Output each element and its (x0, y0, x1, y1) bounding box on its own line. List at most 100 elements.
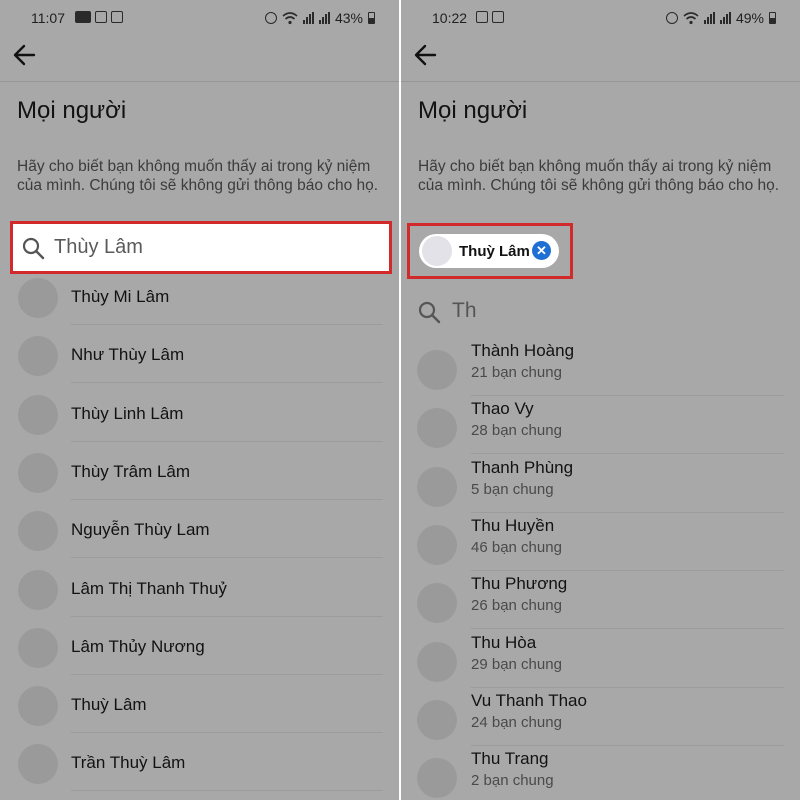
list-item[interactable]: Lâm Thủy Nương (0, 617, 399, 675)
transfer-icon (95, 11, 107, 23)
avatar (18, 394, 58, 435)
list-item[interactable]: Thu Huyền 46 bạn chung (401, 513, 800, 571)
alarm-icon (264, 12, 277, 24)
list-item[interactable]: Trần Thuỳ Lâm (0, 733, 399, 792)
avatar (417, 408, 457, 449)
mutual-friends-count: 5 bạn chung (471, 480, 554, 498)
page-title: Mọi người (17, 97, 127, 124)
left-screen: 11:07 43% Mọi người Hãy cho biết bạn khô… (0, 0, 399, 800)
status-time: 11:07 (31, 10, 65, 26)
person-name: Lâm Thủy Nương (71, 636, 205, 656)
list-item[interactable]: Thanh Phùng 5 bạn chung (401, 455, 800, 513)
person-name: Thuỳ Lâm (71, 695, 147, 715)
list-item[interactable]: Thu Hòa 29 bạn chung (401, 630, 800, 688)
person-name: Thành Hoàng (471, 341, 575, 360)
battery-icon (769, 12, 776, 24)
search-icon (418, 301, 441, 324)
mutual-friends-count: 24 bạn chung (471, 713, 562, 731)
avatar (18, 686, 58, 727)
wifi-icon (683, 11, 699, 24)
notification-icons (75, 11, 123, 23)
right-screen: 10:22 49% Mọi người Hãy cho biết bạn khô… (401, 0, 800, 800)
list-item[interactable]: Lâm Thị Thanh Thuỷ (0, 559, 399, 617)
zalo-icon (75, 11, 91, 23)
list-item[interactable]: Thành Hoàng 21 bạn chung (401, 338, 800, 396)
system-icons: 49% (665, 10, 776, 26)
back-arrow-icon[interactable] (12, 42, 38, 68)
list-item[interactable]: Thu Trang 2 bạn chung (401, 746, 800, 800)
list-item[interactable]: Thu Phương 26 bạn chung (401, 571, 800, 630)
avatar (417, 524, 457, 565)
avatar (18, 452, 58, 493)
avatar (417, 641, 457, 682)
page-title: Mọi người (418, 97, 528, 124)
notification-icons (476, 11, 504, 23)
system-icons: 43% (264, 10, 375, 26)
mutual-friends-count: 2 bạn chung (471, 772, 554, 790)
avatar (417, 699, 457, 740)
avatar (18, 336, 58, 377)
search-input[interactable]: Thùy Lâm (54, 236, 143, 259)
chip-name: Thuỳ Lâm (459, 243, 530, 260)
page-description: Hãy cho biết bạn không muốn thấy ai tron… (418, 158, 780, 194)
selected-person-chip[interactable]: Thuỳ Lâm ✕ (419, 234, 559, 268)
list-item[interactable]: Thùy Linh Lâm (0, 384, 399, 442)
list-item[interactable]: Thùy Mi Lâm (0, 267, 399, 325)
alarm-icon (665, 12, 678, 24)
mutual-friends-count: 21 bạn chung (471, 364, 562, 381)
signal-icon (302, 12, 314, 24)
back-arrow-icon[interactable] (413, 42, 439, 68)
avatar (18, 627, 58, 668)
person-name: Thùy Linh Lâm (71, 403, 184, 423)
image-icon (492, 11, 504, 23)
person-name: Thu Hòa (471, 632, 537, 652)
status-bar: 11:07 43% (0, 0, 399, 36)
list-item[interactable]: Vu Thanh Thao 24 bạn chung (401, 688, 800, 746)
avatar (417, 583, 457, 624)
row-divider (71, 790, 383, 792)
mutual-friends-count: 28 bạn chung (471, 422, 562, 440)
avatar (18, 569, 58, 610)
image-icon (111, 11, 123, 23)
close-icon[interactable]: ✕ (532, 241, 551, 260)
signal-icon-2 (719, 12, 731, 24)
person-name: Như Thùy Lâm (71, 345, 185, 365)
list-item[interactable]: Thuỳ Lâm (0, 675, 399, 734)
battery-percent: 49% (735, 10, 764, 26)
person-name: Thu Phương (471, 574, 568, 594)
battery-percent: 43% (334, 10, 363, 26)
status-time: 10:22 (432, 10, 468, 26)
status-bar: 10:22 49% (401, 0, 800, 36)
avatar (18, 278, 58, 318)
list-item[interactable]: Nguyễn Thùy Lam (0, 500, 399, 559)
person-name: Vu Thanh Thao (471, 690, 587, 710)
avatar (18, 511, 58, 552)
avatar (422, 236, 452, 266)
person-name: Thao Vy (471, 399, 534, 419)
screenshot-comparison: 11:07 43% Mọi người Hãy cho biết bạn khô… (0, 0, 800, 800)
person-name: Thu Trang (471, 749, 549, 769)
signal-icon-2 (318, 12, 330, 24)
wifi-icon (282, 11, 298, 24)
avatar (417, 466, 457, 507)
search-icon (22, 237, 45, 260)
avatar (417, 758, 457, 799)
transfer-icon (476, 11, 488, 23)
list-item[interactable]: Thao Vy 28 bạn chung (401, 396, 800, 455)
person-name: Thanh Phùng (471, 457, 574, 477)
header-divider (401, 81, 800, 82)
list-item[interactable]: Thùy Trâm Lâm (0, 442, 399, 500)
list-item[interactable]: Như Thùy Lâm (0, 325, 399, 384)
avatar (18, 744, 58, 785)
person-name: Thu Huyền (471, 515, 555, 535)
mutual-friends-count: 46 bạn chung (471, 538, 562, 556)
person-name: Nguyễn Thùy Lam (71, 520, 210, 540)
mutual-friends-count: 26 bạn chung (471, 597, 562, 615)
person-name: Lâm Thị Thanh Thuỷ (71, 578, 227, 598)
search-input[interactable]: Th (452, 299, 477, 323)
header-divider (0, 81, 399, 82)
page-description: Hãy cho biết bạn không muốn thấy ai tron… (17, 158, 379, 194)
person-name: Thùy Mi Lâm (71, 287, 170, 306)
signal-icon (703, 12, 715, 24)
battery-icon (368, 12, 375, 24)
